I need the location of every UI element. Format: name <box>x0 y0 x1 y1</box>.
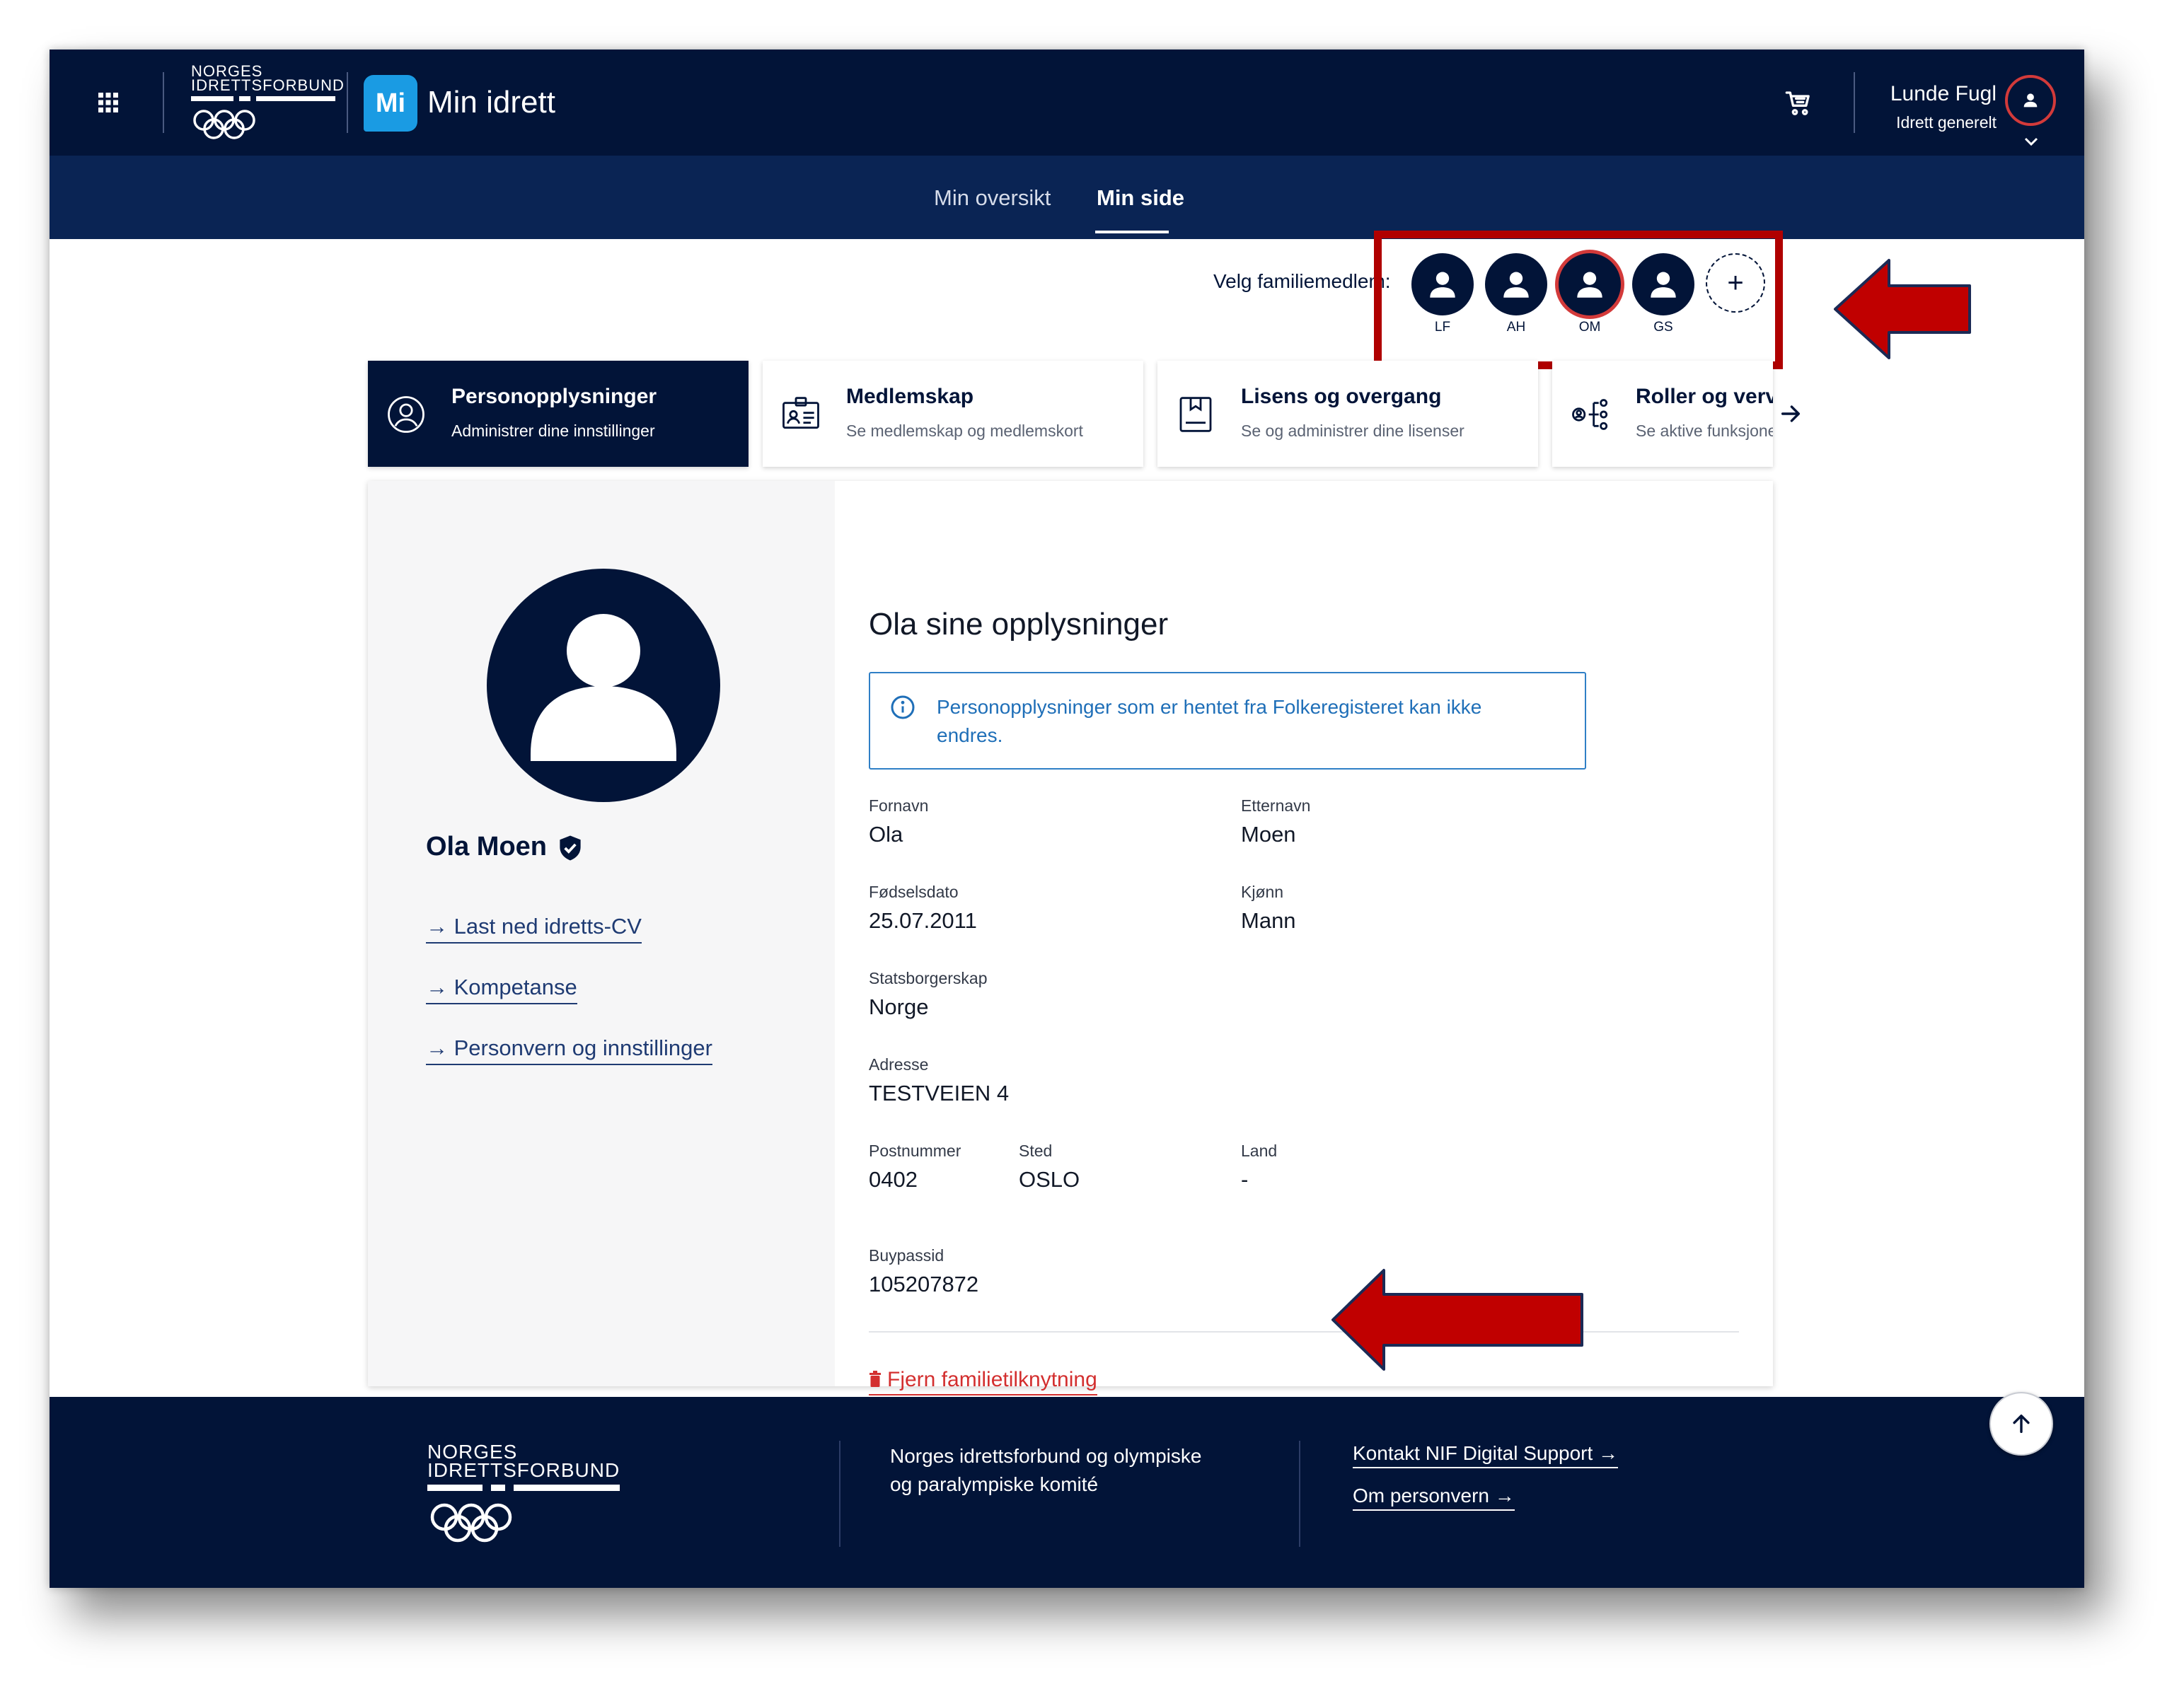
label-buypassid: Buypassid <box>869 1246 944 1265</box>
value-etternavn: Moen <box>1241 822 1296 847</box>
link-label: Kompetanse <box>453 975 577 999</box>
label-fornavn: Fornavn <box>869 796 929 815</box>
value-kjonn: Mann <box>1241 908 1296 933</box>
user-role: Idrett generelt <box>1896 113 1997 132</box>
user-name[interactable]: Lunde Fugl <box>1890 82 1997 106</box>
footer-description: Norges idrettsforbund og olympiske og pa… <box>890 1445 1202 1495</box>
active-tab-indicator <box>1095 231 1169 233</box>
remove-family-link[interactable]: Fjern familietilknytning <box>869 1368 1097 1395</box>
card-title: Roller og verv <box>1636 385 1773 408</box>
sub-navigation: Min oversikt Min side <box>50 156 2084 239</box>
arrow-right-icon[interactable] <box>1779 402 1803 426</box>
verified-shield-icon <box>557 835 583 861</box>
apps-grid-icon[interactable] <box>98 92 119 113</box>
label-land: Land <box>1241 1142 1278 1160</box>
annotation-highlight-box <box>1374 231 1783 369</box>
logo-text-line2: IDRETTSFORBUND <box>191 76 345 94</box>
card-subtitle: Se aktive funksjoner <box>1636 422 1773 440</box>
card-title: Medlemskap <box>846 385 974 408</box>
user-avatar-button[interactable] <box>2005 75 2056 126</box>
value-buypassid: 105207872 <box>869 1272 979 1296</box>
nif-logo[interactable]: NORGES IDRETTSFORBUND <box>191 62 344 147</box>
arrow-up-icon <box>2013 1414 2030 1434</box>
link-last-ned-idretts-cv[interactable]: → Last ned idretts-CV <box>426 914 642 944</box>
id-card-icon <box>782 397 819 429</box>
cart-icon[interactable] <box>1784 89 1813 117</box>
label-adresse: Adresse <box>869 1055 929 1074</box>
value-statsborgerskap: Norge <box>869 994 929 1019</box>
info-icon <box>891 695 915 719</box>
arrow-right-icon: → <box>426 914 454 939</box>
card-subtitle: Administrer dine innstillinger <box>451 422 655 440</box>
olympic-rings-icon <box>191 96 335 139</box>
value-fornavn: Ola <box>869 822 903 847</box>
footer-logo-text-line2: IDRETTSFORBUND <box>427 1459 620 1481</box>
card-subtitle: Se medlemskap og medlemskort <box>846 422 1083 440</box>
card-title: Personopplysninger <box>451 385 657 408</box>
info-notice: Personopplysninger som er hentet fra Fol… <box>869 672 1586 770</box>
label-kjonn: Kjønn <box>1241 883 1284 901</box>
value-land: - <box>1241 1167 1249 1192</box>
link-kompetanse[interactable]: → Kompetanse <box>426 975 577 1004</box>
app-window: NORGES IDRETTSFORBUND Mi Min idrett Lund… <box>50 50 2084 1588</box>
link-kontakt-support[interactable]: Kontakt NIF Digital Support → <box>1353 1442 1619 1468</box>
profile-sidebar: Ola Moen → Last ned idretts-CV → Kompeta… <box>368 481 835 1386</box>
arrow-right-icon: → <box>426 975 454 999</box>
label-statsborgerskap: Statsborgerskap <box>869 969 988 987</box>
label-fodselsdato: Fødselsdato <box>869 883 959 901</box>
scroll-to-top-button[interactable] <box>1989 1392 2053 1456</box>
card-medlemskap[interactable]: Medlemskap Se medlemskap og medlemskort <box>763 361 1143 467</box>
app-badge-text: Mi <box>375 88 406 118</box>
profile-name: Ola Moen <box>426 832 548 861</box>
footer-nif-logo: NORGES IDRETTSFORBUND <box>427 1441 632 1547</box>
tab-min-oversikt[interactable]: Min oversikt <box>934 185 1051 211</box>
app-name: Min idrett <box>427 85 555 120</box>
chevron-down-icon[interactable] <box>2023 136 2039 147</box>
card-subtitle: Se og administrer dine lisenser <box>1241 422 1464 440</box>
label-etternavn: Etternavn <box>1241 796 1311 815</box>
olympic-rings-icon <box>427 1485 620 1543</box>
link-om-personvern[interactable]: Om personvern → <box>1353 1485 1515 1511</box>
app-badge[interactable]: Mi <box>364 75 417 132</box>
profile-avatar <box>487 569 720 802</box>
tab-min-side[interactable]: Min side <box>1097 185 1184 211</box>
details-panel: Ola Moen → Last ned idretts-CV → Kompeta… <box>368 481 1773 1395</box>
label-sted: Sted <box>1019 1142 1053 1160</box>
remove-family-link-label: Fjern familietilknytning <box>887 1368 1097 1391</box>
trash-icon <box>869 1371 881 1387</box>
value-sted: OSLO <box>1019 1167 1080 1192</box>
card-lisens-og-overgang[interactable]: Lisens og overgang Se og administrer din… <box>1157 361 1538 467</box>
label-postnummer: Postnummer <box>869 1142 961 1160</box>
roles-icon <box>1572 399 1608 430</box>
card-personopplysninger[interactable]: Personopplysninger Administrer dine inns… <box>368 361 749 467</box>
link-label: Personvern og innstillinger <box>453 1035 712 1060</box>
arrow-right-icon: → <box>426 1035 454 1060</box>
family-label: Velg familiemedlem: <box>1213 270 1391 292</box>
details-heading: Ola sine opplysninger <box>869 607 1169 642</box>
value-adresse: TESTVEIEN 4 <box>869 1081 1010 1105</box>
annotation-arrow-icon <box>1834 259 1971 359</box>
divider <box>869 1331 1739 1333</box>
value-fodselsdato: 25.07.2011 <box>869 908 977 933</box>
user-icon <box>531 614 676 761</box>
top-bar: NORGES IDRETTSFORBUND Mi Min idrett Lund… <box>50 50 2084 156</box>
card-roller-og-verv[interactable]: Roller og verv Se aktive funksjoner <box>1552 361 1773 467</box>
annotation-arrow-icon <box>1331 1269 1583 1371</box>
license-icon <box>1179 397 1212 432</box>
info-notice-text: Personopplysninger som er hentet fra Fol… <box>937 696 1482 746</box>
link-label: Last ned idretts-CV <box>453 914 642 939</box>
footer: NORGES IDRETTSFORBUND Norges idrettsforb… <box>50 1397 2084 1588</box>
person-circle-icon <box>388 396 424 433</box>
link-personvern-og-innstillinger[interactable]: → Personvern og innstillinger <box>426 1035 712 1065</box>
card-title: Lisens og overgang <box>1241 385 1442 408</box>
user-icon <box>2023 93 2038 108</box>
value-postnummer: 0402 <box>869 1167 918 1192</box>
